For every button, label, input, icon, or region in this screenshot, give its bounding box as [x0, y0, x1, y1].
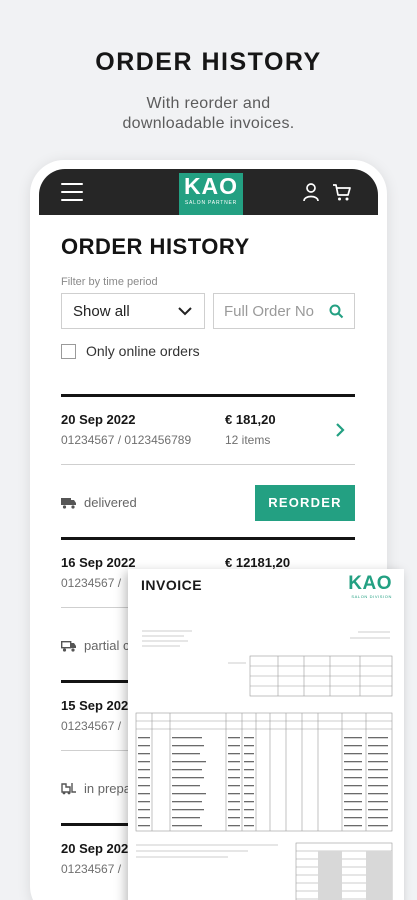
- app-header: KAO SALON PARTNER: [39, 169, 378, 215]
- cart-icon[interactable]: [332, 182, 352, 202]
- order-status-label: partial c: [84, 638, 130, 653]
- order-history-content: ORDER HISTORY Filter by time period Show…: [61, 234, 355, 359]
- reorder-button[interactable]: REORDER: [255, 484, 355, 521]
- order-date: 16 Sep 2022: [61, 555, 136, 570]
- online-orders-label: Only online orders: [86, 343, 200, 359]
- logo-tagline: SALON PARTNER: [184, 200, 238, 206]
- order-status: in prepa: [61, 781, 131, 796]
- user-icon[interactable]: [302, 182, 320, 202]
- order-status-label: delivered: [84, 495, 137, 510]
- order-summary-row[interactable]: 20 Sep 2022 01234567 / 0123456789 € 181,…: [61, 397, 355, 464]
- order-date: 20 Sep 2022: [61, 412, 136, 427]
- order-search-placeholder: Full Order No: [224, 302, 315, 320]
- order-amount: € 12181,20: [225, 555, 291, 570]
- time-period-select[interactable]: Show all: [61, 293, 205, 329]
- chevron-right-icon[interactable]: [335, 422, 345, 438]
- promo-title: ORDER HISTORY: [95, 48, 322, 76]
- filters: Show all Full Order No: [61, 293, 355, 329]
- invoice-document-body: [135, 630, 393, 900]
- chevron-down-icon: [178, 306, 192, 315]
- filter-label: Filter by time period: [61, 276, 158, 288]
- partial-delivery-icon: [61, 640, 76, 652]
- truck-icon: [61, 497, 76, 509]
- order-amount: € 181,20: [225, 412, 276, 427]
- promo-subtitle-line1: With reorder and: [146, 95, 271, 112]
- order-status: delivered: [61, 495, 137, 510]
- promo-subtitle-line2: downloadable invoices.: [122, 115, 295, 132]
- kao-logo[interactable]: KAO SALON PARTNER: [179, 173, 243, 215]
- order-status-row: delivered REORDER: [61, 465, 355, 540]
- forklift-icon: [61, 783, 76, 795]
- order-number-search[interactable]: Full Order No: [213, 293, 355, 329]
- order-status: partial c: [61, 638, 130, 653]
- online-orders-filter[interactable]: Only online orders: [61, 343, 355, 359]
- invoice-preview: INVOICE KAO SALON DIVISION: [128, 569, 404, 900]
- promo-subtitle: With reorder and downloadable invoices.: [0, 94, 417, 134]
- time-period-value: Show all: [73, 302, 130, 320]
- order-item: 20 Sep 2022 01234567 / 0123456789 € 181,…: [61, 394, 355, 540]
- online-orders-checkbox[interactable]: [61, 343, 76, 359]
- hamburger-menu-icon[interactable]: [61, 183, 83, 201]
- logo-brand: KAO: [183, 173, 239, 199]
- order-items-count: 12 items: [225, 433, 271, 447]
- page-title: ORDER HISTORY: [61, 234, 250, 259]
- order-status-label: in prepa: [84, 781, 131, 796]
- search-icon[interactable]: [329, 304, 344, 319]
- order-numbers: 01234567 / 0123456789: [61, 433, 192, 447]
